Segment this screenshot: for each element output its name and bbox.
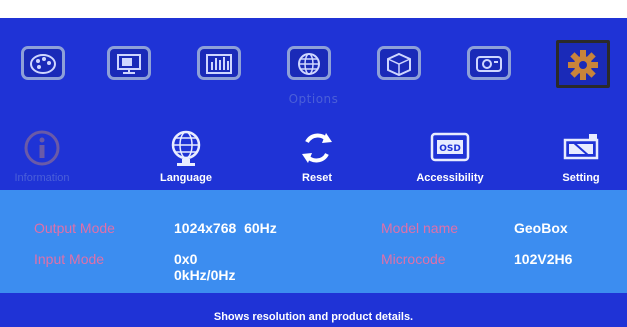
menu-item-label: Setting: [562, 172, 600, 184]
osd-menu: Options Information Language Reset OSD A…: [0, 18, 627, 327]
menu-item-setting[interactable]: Setting: [546, 128, 616, 184]
tab-options[interactable]: [556, 40, 610, 88]
globe-icon: [164, 128, 208, 168]
input-mode-label: Input Mode: [34, 251, 105, 267]
output-mode-value: 1024x768 60Hz: [174, 220, 277, 236]
input-mode-value-line2: 0kHz/0Hz: [174, 267, 236, 283]
tab-network[interactable]: [287, 46, 331, 80]
output-mode-label: Output Mode: [34, 220, 115, 236]
info-panel: Output Mode 1024x768 60Hz Input Mode 0x0…: [0, 190, 627, 293]
equalizer-icon: [206, 54, 232, 74]
menu-item-accessibility[interactable]: OSD Accessibility: [396, 128, 504, 184]
monitor-icon: [117, 54, 141, 74]
tab-color[interactable]: [21, 46, 65, 80]
svg-text:OSD: OSD: [439, 144, 461, 154]
menu-item-information[interactable]: Information: [6, 128, 78, 184]
footer-hint: Shows resolution and product details.: [213, 311, 414, 323]
palette-icon: [30, 54, 56, 74]
microcode-label: Microcode: [381, 251, 446, 267]
top-tab-bar: Options: [0, 18, 627, 113]
tab-projector[interactable]: [467, 46, 511, 80]
microcode-value: 102V2H6: [514, 251, 573, 267]
input-mode-value-line1: 0x0: [174, 251, 198, 267]
tab-3d[interactable]: [377, 46, 421, 80]
menu-item-label: Reset: [302, 172, 332, 184]
projector-icon: [476, 56, 502, 72]
osd-icon: OSD: [428, 128, 472, 168]
tab-audio[interactable]: [197, 46, 241, 80]
setting-icon: [559, 128, 603, 168]
3d-cube-icon: [387, 52, 411, 76]
menu-item-label: Information: [14, 172, 70, 184]
model-name-value: GeoBox: [514, 220, 568, 236]
section-title: Options: [288, 92, 339, 106]
model-name-label: Model name: [381, 220, 459, 236]
globe-grid-icon: [298, 53, 320, 75]
info-icon: [22, 128, 62, 168]
menu-item-label: Accessibility: [416, 172, 484, 184]
tab-display[interactable]: [107, 46, 151, 80]
menu-item-reset[interactable]: Reset: [282, 128, 352, 184]
gear-icon: [568, 50, 598, 80]
menu-item-language[interactable]: Language: [146, 128, 226, 184]
reset-icon: [297, 128, 337, 168]
menu-item-label: Language: [160, 172, 212, 184]
